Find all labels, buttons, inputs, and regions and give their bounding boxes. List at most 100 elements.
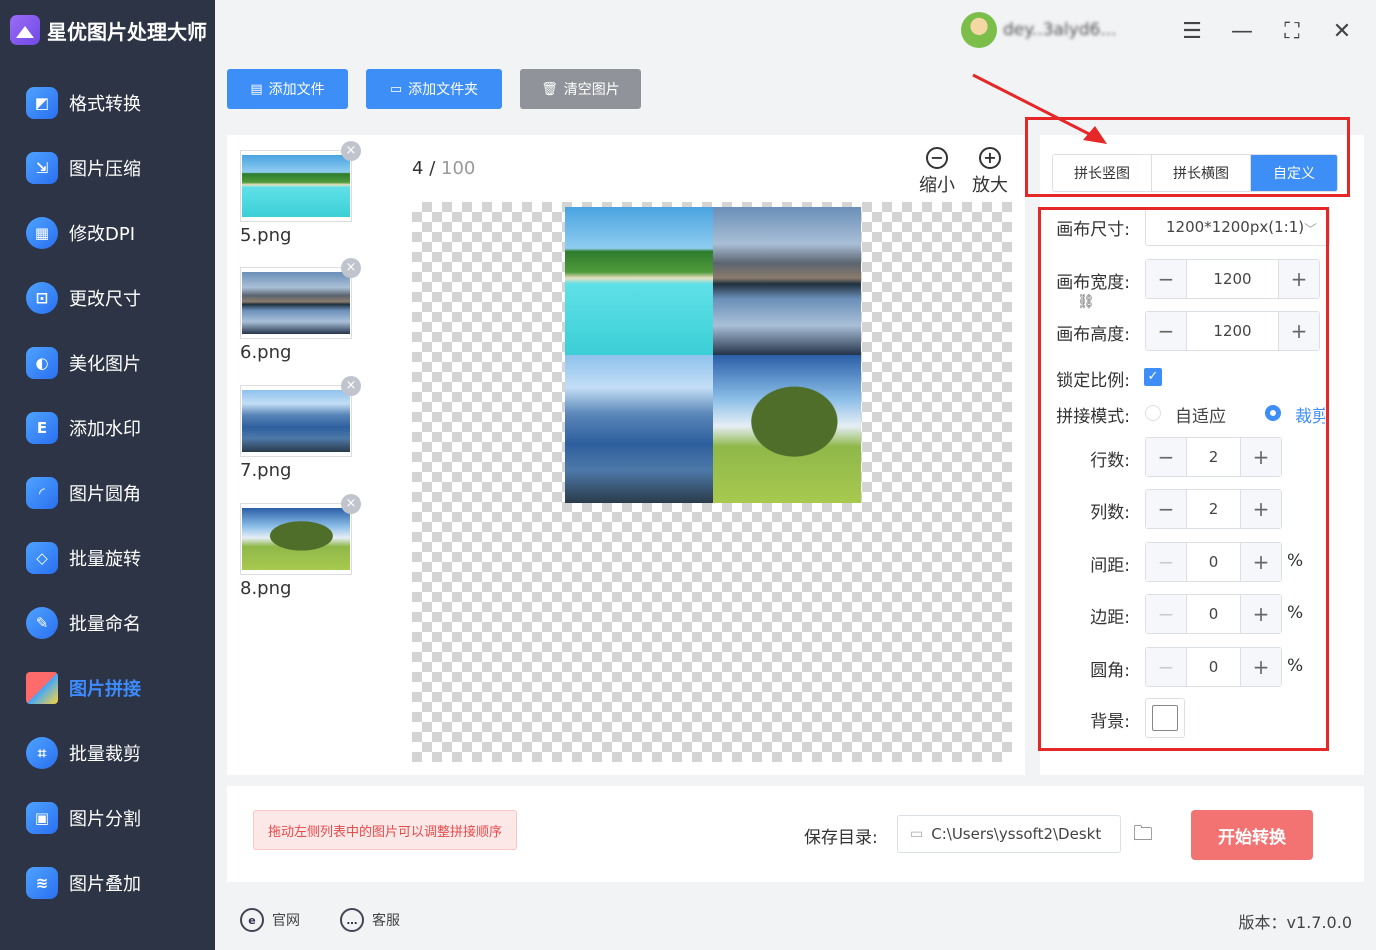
sidebar-item-compress[interactable]: ⇲ 图片压缩 (0, 135, 215, 200)
version-text: 版本：v1.7.0.0 (1238, 913, 1352, 932)
sidebar-item-split[interactable]: ▣ 图片分割 (0, 785, 215, 850)
collage-grid (565, 207, 861, 503)
list-item[interactable]: × (240, 494, 361, 575)
sidebar-item-resize[interactable]: ⊡ 更改尺寸 (0, 265, 215, 330)
reorder-hint: 拖动左侧列表中的图片可以调整拼接顺序 (253, 810, 518, 850)
sidebar-nav: ◩ 格式转换 ⇲ 图片压缩 ▦ 修改DPI ⊡ 更改尺寸 ◐ 美化图片 E 添加水印 ◜ 图片… (0, 70, 215, 915)
save-path-input[interactable]: ▭ C:\Users\yssoft2\Deskt (897, 815, 1121, 853)
collage-cell-1 (565, 207, 713, 355)
collage-cell-3 (565, 355, 713, 503)
file-icon: ▤ (250, 81, 263, 97)
sidebar-item-beautify[interactable]: ◐ 美化图片 (0, 330, 215, 395)
beautify-icon: ◐ (26, 346, 58, 379)
sidebar-item-rotate[interactable]: ◇ 批量旋转 (0, 525, 215, 590)
image-list: × 5.png × 6.png × 7.png × 8.png (227, 135, 395, 775)
canvas-preview (412, 202, 1012, 762)
thumbnail-image (242, 155, 350, 217)
sidebar-item-rename[interactable]: ✎ 批量命名 (0, 590, 215, 655)
collage-cell-2 (713, 207, 861, 355)
sidebar-item-format-convert[interactable]: ◩ 格式转换 (0, 70, 215, 135)
thumbnail-image (242, 508, 350, 570)
zoom-in-button[interactable]: + 放大 (970, 147, 1010, 197)
page-counter: 4 / 100 (412, 158, 475, 179)
sidebar: 星优图片处理大师 ◩ 格式转换 ⇲ 图片压缩 ▦ 修改DPI ⊡ 更改尺寸 ◐ 美化图片 … (0, 0, 215, 950)
sidebar-item-label: 修改DPI (69, 223, 136, 245)
annotation-box-settings (1038, 207, 1329, 751)
sidebar-item-label: 图片压缩 (69, 158, 141, 180)
remove-icon[interactable]: × (341, 494, 361, 514)
sidebar-item-watermark[interactable]: E 添加水印 (0, 395, 215, 460)
thumbnail-image (242, 390, 350, 452)
file-name: 6.png (240, 342, 292, 363)
layers-icon: ≋ (26, 866, 58, 899)
add-folder-label: 添加文件夹 (408, 82, 479, 98)
rounded-corner-icon: ◜ (26, 476, 58, 509)
sidebar-item-label: 批量命名 (69, 613, 141, 635)
total-pages: 100 (441, 158, 476, 179)
save-directory-label: 保存目录: (804, 828, 878, 848)
app-title: 星优图片处理大师 (10, 12, 207, 48)
support-link[interactable]: … 客服 (340, 907, 400, 933)
resize-icon: ⊡ (26, 281, 58, 314)
sidebar-item-label: 美化图片 (69, 353, 141, 375)
list-item[interactable]: × (240, 258, 361, 339)
close-icon[interactable]: ✕ (1325, 14, 1359, 48)
sidebar-item-dpi[interactable]: ▦ 修改DPI (0, 200, 215, 265)
list-item[interactable]: × (240, 141, 361, 222)
sidebar-item-label: 图片圆角 (69, 483, 141, 505)
clear-images-button[interactable]: 🗑 清空图片 (520, 69, 641, 109)
dpi-icon: ▦ (26, 216, 58, 249)
page-separator: / (429, 158, 436, 179)
save-path-value: C:\Users\yssoft2\Deskt (931, 825, 1102, 843)
zoom-in-icon: + (979, 147, 1001, 169)
remove-icon[interactable]: × (341, 376, 361, 396)
start-convert-button[interactable]: 开始转换 (1191, 810, 1313, 860)
sidebar-item-crop[interactable]: ⌗ 批量裁剪 (0, 720, 215, 785)
zoom-out-button[interactable]: − 缩小 (917, 147, 957, 197)
sidebar-item-label: 批量裁剪 (69, 743, 141, 765)
sidebar-item-label: 图片分割 (69, 808, 141, 830)
browse-folder-icon[interactable]: 🗀 (1133, 819, 1161, 847)
maximize-icon[interactable]: ⛶ (1275, 14, 1309, 48)
app-title-text: 星优图片处理大师 (47, 19, 207, 44)
sidebar-item-label: 图片拼接 (69, 678, 141, 700)
settings-sliders-icon[interactable]: ☰ (1175, 14, 1209, 48)
thumbnail-image (242, 272, 350, 334)
browser-icon: e (240, 908, 264, 932)
sidebar-item-label: 更改尺寸 (69, 288, 141, 310)
user-account[interactable]: dey..3alyd6... (961, 12, 1153, 48)
crop-icon: ⌗ (26, 736, 58, 769)
sidebar-item-stitch[interactable]: 图片拼接 (0, 655, 215, 720)
remove-icon[interactable]: × (341, 141, 361, 161)
compress-icon: ⇲ (26, 151, 58, 184)
sidebar-item-label: 格式转换 (69, 93, 141, 115)
watermark-icon: E (26, 411, 58, 444)
avatar (961, 12, 997, 48)
sidebar-item-rounded-corner[interactable]: ◜ 图片圆角 (0, 460, 215, 525)
annotation-arrow (972, 73, 1107, 144)
file-name: 7.png (240, 460, 292, 481)
rename-icon: ✎ (26, 606, 58, 639)
zoom-out-label: 缩小 (919, 175, 955, 196)
rotate-icon: ◇ (26, 541, 58, 574)
support-chat-icon: … (340, 908, 364, 932)
folder-outline-icon: ▭ (910, 826, 924, 842)
sidebar-item-overlay[interactable]: ≋ 图片叠加 (0, 850, 215, 915)
current-page: 4 (412, 158, 424, 179)
remove-icon[interactable]: × (341, 258, 361, 278)
minimize-icon[interactable]: — (1225, 14, 1259, 48)
add-file-label: 添加文件 (268, 82, 325, 98)
zoom-out-icon: − (926, 147, 948, 169)
clear-images-label: 清空图片 (563, 82, 620, 98)
list-item[interactable]: × (240, 376, 361, 457)
trash-icon: 🗑 (541, 81, 558, 97)
collage-cell-4 (713, 355, 861, 503)
sidebar-item-label: 批量旋转 (69, 548, 141, 570)
website-link[interactable]: e 官网 (240, 907, 300, 933)
sidebar-item-label: 图片叠加 (69, 873, 141, 895)
image-convert-icon: ◩ (26, 86, 58, 119)
file-name: 8.png (240, 578, 292, 599)
add-file-button[interactable]: ▤ 添加文件 (227, 69, 348, 109)
zoom-in-label: 放大 (972, 175, 1008, 196)
add-folder-button[interactable]: ▭ 添加文件夹 (366, 69, 502, 109)
